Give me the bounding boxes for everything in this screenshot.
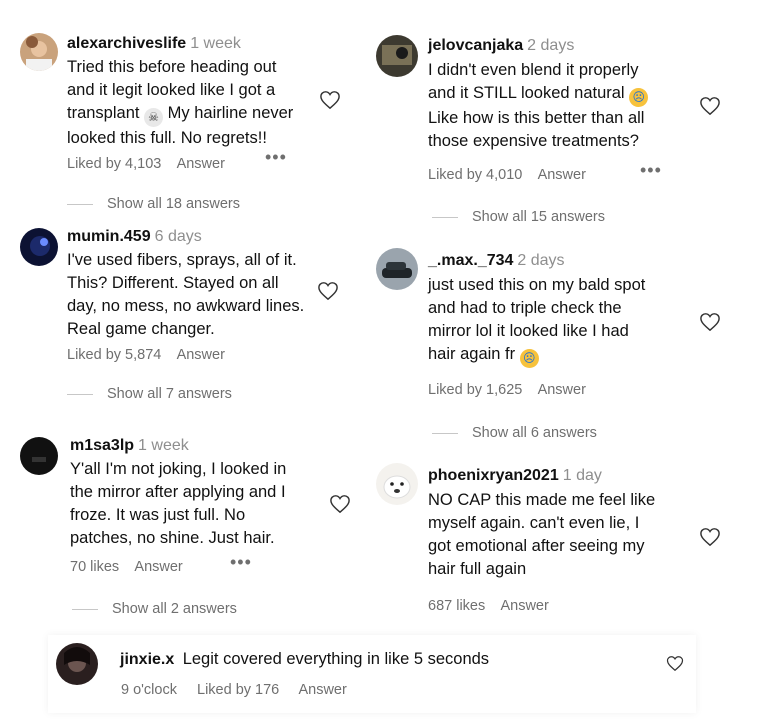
comment-text: just used this on my bald spot and had t… <box>428 274 645 368</box>
heart-outline-icon[interactable] <box>329 494 351 514</box>
crying-emoji-icon: ☹ <box>629 88 649 107</box>
show-answers-button[interactable]: Show all 7 answers <box>67 386 232 402</box>
comment-text: I didn't even blend it properly and it S… <box>428 59 649 153</box>
answer-button[interactable]: Answer <box>538 382 586 398</box>
heart-outline-icon[interactable] <box>319 90 341 110</box>
comment-text: Legit covered everything in like 5 secon… <box>182 650 490 668</box>
comment-age: 2 days <box>517 252 565 269</box>
avatar[interactable] <box>376 35 418 77</box>
avatar[interactable] <box>56 643 98 685</box>
answer-button[interactable]: Answer <box>298 682 346 698</box>
like-count[interactable]: Liked by 4,103 <box>67 156 161 172</box>
answer-button[interactable]: Answer <box>134 559 182 575</box>
more-dots-icon[interactable]: ••• <box>640 161 662 179</box>
comment-time: 9 o'clock <box>121 682 177 698</box>
heart-outline-icon[interactable] <box>666 655 684 672</box>
comment-mumin459: mumin.459 6 days I've used fibers, sprays… <box>0 220 360 420</box>
heart-outline-icon[interactable] <box>317 281 339 301</box>
like-count[interactable]: Liked by 4,010 <box>428 167 522 183</box>
heart-outline-icon[interactable] <box>699 527 721 547</box>
username[interactable]: mumin.459 <box>67 228 151 245</box>
comment-jinxiex: jinxie.x Legit covered everything in lik… <box>48 635 696 713</box>
skull-emoji-icon: ☠ <box>144 108 164 127</box>
username[interactable]: _.max._734 <box>428 252 513 269</box>
comment-max734: _.max._734 2 days just used this on my ba… <box>360 240 750 450</box>
comment-alexarchiveslife: alexarchiveslife 1 week Tried this before… <box>0 0 360 220</box>
comment-text: I've used fibers, sprays, all of it. Thi… <box>67 251 305 338</box>
username[interactable]: jinxie.x <box>120 651 174 668</box>
answer-button[interactable]: Answer <box>177 347 225 363</box>
comment-jelovcanjaka: jelovcanjaka 2 days I didn't even blend i… <box>360 20 750 235</box>
crying-emoji-icon: ☹ <box>519 349 539 368</box>
username[interactable]: jelovcanjaka <box>428 37 523 54</box>
more-dots-icon[interactable]: ••• <box>265 148 287 166</box>
like-count[interactable]: 70 likes <box>70 559 119 575</box>
answer-button[interactable]: Answer <box>177 156 225 172</box>
comment-age: 1 day <box>562 467 602 484</box>
comment-age: 2 days <box>527 37 575 54</box>
username[interactable]: m1sa3lp <box>70 437 134 454</box>
answer-button[interactable]: Answer <box>538 167 586 183</box>
username[interactable]: alexarchiveslife <box>67 35 186 52</box>
avatar[interactable] <box>20 228 58 266</box>
comment-m1sa3lp: m1sa3lp 1 week Y'all I'm not joking, I lo… <box>0 425 370 625</box>
comment-text: NO CAP this made me feel like myself aga… <box>428 491 656 578</box>
username[interactable]: phoenixryan2021 <box>428 467 559 484</box>
like-count[interactable]: Liked by 1,625 <box>428 382 522 398</box>
more-dots-icon[interactable]: ••• <box>230 553 252 571</box>
like-count[interactable]: 687 likes <box>428 598 485 614</box>
heart-outline-icon[interactable] <box>699 312 721 332</box>
show-answers-button[interactable]: Show all 15 answers <box>432 209 605 225</box>
avatar[interactable] <box>20 33 58 71</box>
like-count[interactable]: Liked by 5,874 <box>67 347 161 363</box>
answer-button[interactable]: Answer <box>500 598 548 614</box>
comment-text: Tried this before heading out and it leg… <box>67 58 294 147</box>
show-answers-button[interactable]: Show all 6 answers <box>432 425 597 441</box>
avatar[interactable] <box>20 437 58 475</box>
like-count[interactable]: Liked by 176 <box>197 682 279 698</box>
comment-age: 1 week <box>190 35 241 52</box>
heart-outline-icon[interactable] <box>699 96 721 116</box>
avatar[interactable] <box>376 248 418 290</box>
avatar[interactable] <box>376 463 418 505</box>
comment-age: 1 week <box>138 437 189 454</box>
show-answers-button[interactable]: Show all 18 answers <box>67 196 240 212</box>
comment-age: 6 days <box>154 228 202 245</box>
comment-phoenixryan2021: phoenixryan2021 1 day NO CAP this made me… <box>360 455 750 625</box>
comment-text: Y'all I'm not joking, I looked in the mi… <box>70 460 287 547</box>
show-answers-button[interactable]: Show all 2 answers <box>72 601 237 617</box>
